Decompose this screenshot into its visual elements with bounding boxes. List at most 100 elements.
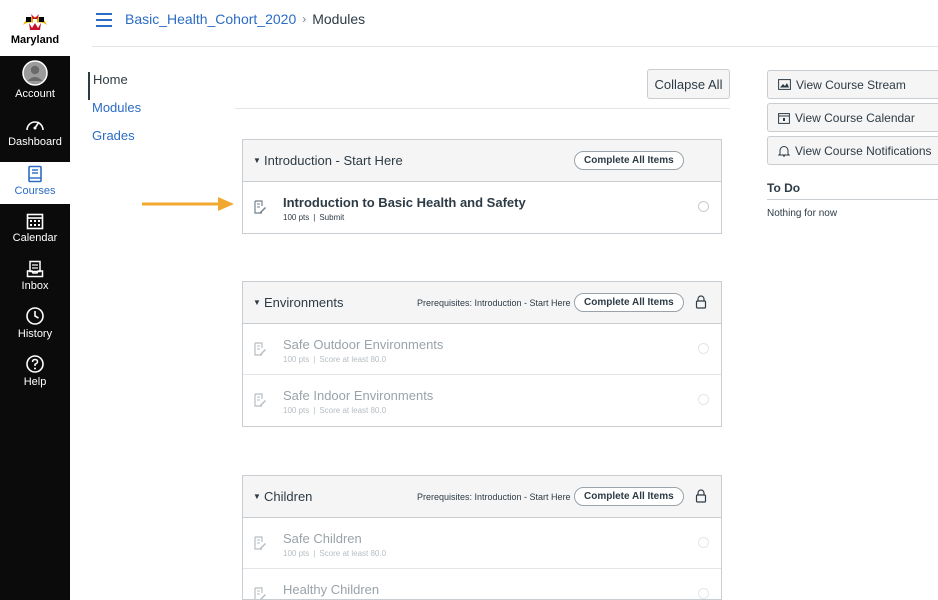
stream-icon [778,79,791,90]
view-course-stream-button[interactable]: View Course Stream [767,70,938,99]
header-divider [92,46,938,47]
module-prerequisites: Prerequisites: Introduction - Start Here [417,297,571,308]
global-nav-dashboard[interactable]: Dashboard [0,116,70,156]
breadcrumb-current: Modules [312,11,366,27]
module-item-title: Safe Children [283,531,362,546]
completion-status-icon [698,588,709,599]
global-nav-history[interactable]: History [0,306,70,346]
course-nav: Home Modules Grades [88,72,208,156]
caret-down-icon[interactable]: ▼ [253,298,261,307]
todo-heading: To Do [767,181,801,195]
item-points: 100 pts [283,355,310,364]
collapse-all-button[interactable]: Collapse All [647,69,730,99]
assignment-icon [254,200,266,214]
history-icon [26,307,44,325]
module-item: Healthy Children [243,569,721,599]
global-nav-label: Account [15,88,55,100]
global-nav-label: Calendar [12,232,58,244]
account-icon [22,60,48,86]
completion-status-icon [698,201,709,212]
module-item-meta: 100 pts | Score at least 80.0 [283,549,386,558]
global-nav: Maryland Account Dashboard Courses Calen… [0,0,70,600]
todo-empty-message: Nothing for now [767,208,838,219]
view-course-notifications-button[interactable]: View Course Notifications [767,136,938,165]
annotation-arrow-icon [142,197,234,211]
course-nav-home[interactable]: Home [88,72,208,100]
item-points: 100 pts [283,213,310,222]
breadcrumb-course-link[interactable]: Basic_Health_Cohort_2020 [125,11,296,27]
completion-status-icon [698,537,709,548]
module-item-title-link[interactable]: Introduction to Basic Health and Safety [283,195,526,210]
module-header[interactable]: ▼ Children Prerequisites: Introduction -… [243,476,721,518]
complete-all-items-button[interactable]: Complete All Items [574,151,684,170]
assignment-icon [254,393,266,407]
meta-separator: | [313,213,316,222]
module-header[interactable]: ▼ Environments Prerequisites: Introducti… [243,282,721,324]
module-title: Introduction - Start Here [264,153,403,168]
global-nav-label: Help [23,376,47,388]
toolbar-divider [235,108,730,109]
button-label: View Course Notifications [795,143,932,158]
lock-icon [695,295,707,309]
calendar-icon [26,213,44,230]
module-children: ▼ Children Prerequisites: Introduction -… [242,475,722,600]
hamburger-menu-icon[interactable] [96,13,112,27]
dashboard-icon [26,121,44,131]
button-label: View Course Stream [796,77,906,92]
global-nav-account[interactable]: Account [0,60,70,110]
meta-separator: | [313,549,316,558]
todo-divider [767,199,938,200]
view-course-calendar-button[interactable]: View Course Calendar [767,103,938,132]
module-introduction: ▼ Introduction - Start Here Complete All… [242,139,722,234]
meta-separator: | [313,355,316,364]
completion-status-icon [698,394,709,405]
module-item-title: Safe Indoor Environments [283,388,434,403]
caret-down-icon[interactable]: ▼ [253,156,261,165]
global-nav-courses[interactable]: Courses [0,162,70,204]
global-nav-inbox[interactable]: Inbox [0,260,70,300]
assignment-icon [254,536,266,550]
module-prerequisites: Prerequisites: Introduction - Start Here [417,491,571,502]
lock-icon [695,489,707,503]
institution-logo[interactable]: Maryland [0,0,70,56]
item-requirement: Score at least 80.0 [319,549,387,558]
module-title: Environments [264,295,344,310]
assignment-icon [254,587,266,599]
course-nav-grades[interactable]: Grades [88,128,208,156]
module-item[interactable]: Introduction to Basic Health and Safety … [243,182,721,233]
item-points: 100 pts [283,549,310,558]
courses-icon [28,165,42,183]
module-item-title: Safe Outdoor Environments [283,337,444,352]
module-item: Safe Outdoor Environments 100 pts | Scor… [243,324,721,375]
item-requirement: Score at least 80.0 [319,355,387,364]
complete-all-items-button[interactable]: Complete All Items [574,487,684,506]
item-requirement: Submit [319,213,345,222]
module-item: Safe Indoor Environments 100 pts | Score… [243,375,721,426]
global-nav-calendar[interactable]: Calendar [0,212,70,252]
logo-text: Maryland [10,33,60,46]
maryland-flag-icon [23,13,47,30]
module-environments: ▼ Environments Prerequisites: Introducti… [242,281,722,427]
module-header[interactable]: ▼ Introduction - Start Here Complete All… [243,140,721,182]
module-item-meta: 100 pts | Score at least 80.0 [283,355,386,364]
global-nav-label: Inbox [21,280,49,292]
breadcrumb-separator: › [302,12,307,26]
caret-down-icon[interactable]: ▼ [253,492,261,501]
bell-icon [778,145,790,156]
button-label: View Course Calendar [795,110,915,125]
global-nav-help[interactable]: Help [0,354,70,394]
module-item: Safe Children 100 pts | Score at least 8… [243,518,721,569]
assignment-icon [254,342,266,356]
meta-separator: | [313,406,316,415]
module-title: Children [264,489,313,504]
calendar-icon [778,112,790,124]
inbox-icon [26,260,44,278]
module-item-meta: 100 pts | Submit [283,213,344,222]
global-nav-label: Dashboard [8,136,62,148]
course-nav-modules[interactable]: Modules [88,100,208,128]
completion-status-icon [698,343,709,354]
complete-all-items-button[interactable]: Complete All Items [574,293,684,312]
page-header: Basic_Health_Cohort_2020 › Modules [70,0,938,46]
module-item-meta: 100 pts | Score at least 80.0 [283,406,386,415]
help-icon [26,355,44,373]
